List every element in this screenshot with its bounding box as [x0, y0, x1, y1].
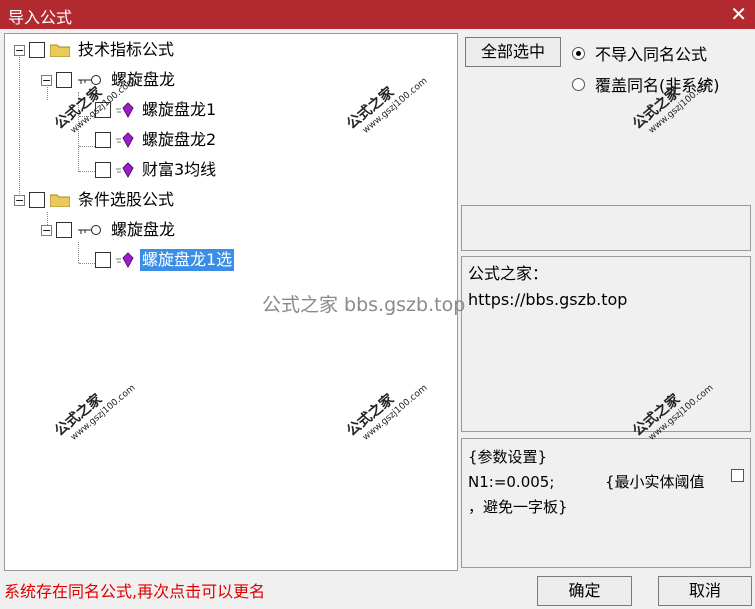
formula-tree[interactable]: − 技术指标公式 − 螺旋盘龙 螺旋盘龙1 螺旋盘龙2 财富3均线 − 条件选股…: [4, 33, 458, 571]
tree-node-label[interactable]: 螺旋盘龙: [109, 69, 177, 91]
tree-checkbox[interactable]: [95, 102, 111, 118]
tree-checkbox[interactable]: [29, 192, 45, 208]
parameter-box: {参数设置} N1:=0.005; {最小实体阈值 ，避免一字板}: [461, 438, 751, 568]
tree-node-label[interactable]: 螺旋盘龙1选: [140, 249, 235, 271]
tree-node-formula-group[interactable]: − 螺旋盘龙: [41, 67, 177, 93]
param-line: ，避免一字板}: [468, 498, 568, 516]
tree-connector: [79, 171, 95, 172]
param-code: N1:=0.005;: [468, 473, 555, 491]
tree-node-label[interactable]: 条件选股公式: [76, 189, 176, 211]
tree-connector: [79, 116, 95, 117]
collapse-toggle[interactable]: −: [41, 224, 52, 236]
info-line: 公式之家：: [468, 264, 549, 283]
param-line: {参数设置}: [468, 448, 548, 466]
radio-indicator[interactable]: [572, 77, 585, 91]
tree-node-label[interactable]: 财富3均线: [140, 159, 218, 181]
tree-checkbox[interactable]: [56, 222, 72, 238]
param-checkbox[interactable]: [731, 469, 744, 482]
tree-connector: [78, 242, 79, 263]
radio-skip-duplicates[interactable]: 不导入同名公式: [572, 41, 707, 65]
tree-connector: [79, 146, 95, 147]
tree-checkbox[interactable]: [95, 132, 111, 148]
tree-node-formula[interactable]: 螺旋盘龙2: [95, 127, 218, 153]
select-all-button[interactable]: 全部选中: [465, 37, 561, 67]
tree-connector: [79, 263, 95, 264]
cancel-button[interactable]: 取消: [658, 576, 752, 606]
gem-icon: [116, 162, 134, 178]
collapse-toggle[interactable]: −: [14, 194, 25, 206]
tree-checkbox[interactable]: [95, 162, 111, 178]
info-link-text: https://bbs.gszb.top: [468, 290, 628, 309]
tree-connector: [78, 92, 79, 172]
folder-icon: [50, 194, 70, 207]
key-icon: [78, 75, 101, 85]
tree-checkbox[interactable]: [29, 42, 45, 58]
radio-overwrite-duplicates[interactable]: 覆盖同名(非系统): [572, 72, 720, 96]
tree-node-formula-group[interactable]: − 螺旋盘龙: [41, 217, 177, 243]
tree-checkbox[interactable]: [56, 72, 72, 88]
collapse-toggle[interactable]: −: [41, 74, 52, 86]
tree-node-formula[interactable]: 螺旋盘龙1: [95, 97, 218, 123]
tree-node-label[interactable]: 螺旋盘龙: [109, 219, 177, 241]
tree-node-label[interactable]: 螺旋盘龙2: [140, 129, 218, 151]
tree-connector: [19, 55, 20, 200]
collapse-toggle[interactable]: −: [14, 44, 25, 56]
tree-node-formula[interactable]: 财富3均线: [95, 157, 218, 183]
ok-button[interactable]: 确定: [537, 576, 632, 606]
title-bar: 导入公式 ✕: [0, 0, 755, 29]
tree-node-stock-selection[interactable]: − 条件选股公式: [14, 187, 176, 213]
radio-indicator[interactable]: [572, 46, 585, 60]
tree-node-technical-indicators[interactable]: − 技术指标公式: [14, 37, 176, 63]
key-icon: [78, 225, 101, 235]
radio-label[interactable]: 覆盖同名(非系统): [595, 72, 720, 96]
tree-node-label[interactable]: 技术指标公式: [76, 39, 176, 61]
close-button[interactable]: ✕: [730, 3, 747, 25]
param-comment: {最小实体阈值: [605, 473, 705, 491]
status-message: 系统存在同名公式,再次点击可以更名: [4, 582, 266, 601]
folder-icon: [50, 44, 70, 57]
gem-icon: [116, 102, 134, 118]
description-box: [461, 205, 751, 251]
gem-icon: [116, 252, 134, 268]
tree-checkbox[interactable]: [95, 252, 111, 268]
window-title: 导入公式: [8, 8, 73, 27]
radio-label[interactable]: 不导入同名公式: [595, 41, 707, 65]
tree-node-formula-selected[interactable]: 螺旋盘龙1选: [95, 247, 235, 273]
tree-node-label[interactable]: 螺旋盘龙1: [140, 99, 218, 121]
info-box: 公式之家： https://bbs.gszb.top: [461, 256, 751, 432]
gem-icon: [116, 132, 134, 148]
